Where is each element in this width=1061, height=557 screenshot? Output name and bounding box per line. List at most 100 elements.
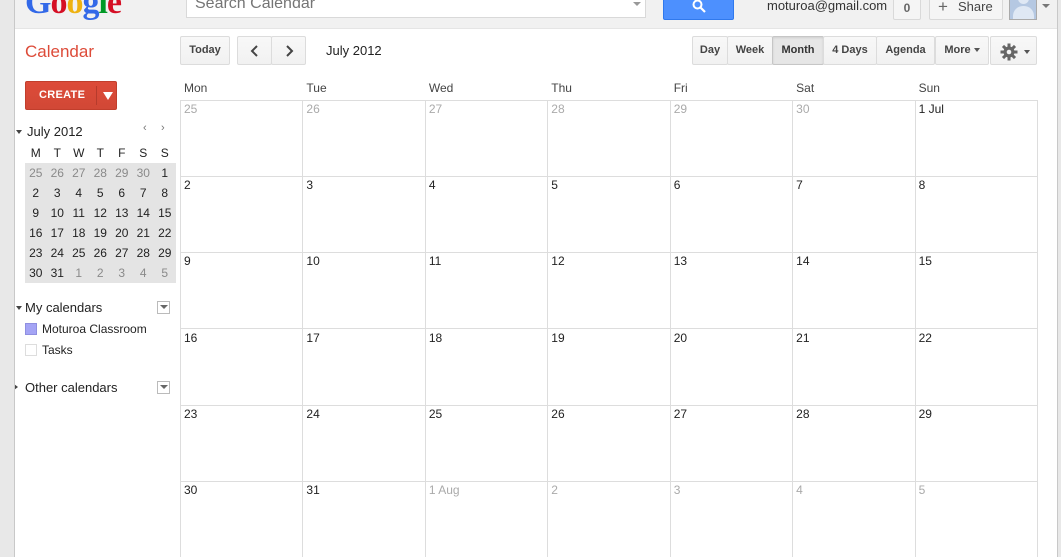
day-cell[interactable]: 21: [792, 328, 916, 406]
day-number[interactable]: 3: [674, 483, 681, 497]
day-number[interactable]: 1 Aug: [429, 483, 460, 497]
day-cell[interactable]: 23: [180, 404, 304, 482]
mini-calendar-day[interactable]: 14: [133, 203, 155, 223]
day-cell[interactable]: 25: [180, 100, 304, 178]
day-cell[interactable]: 28: [547, 100, 671, 178]
mini-calendar-day[interactable]: 5: [154, 263, 176, 283]
mini-calendar-day[interactable]: 9: [25, 203, 47, 223]
day-number[interactable]: 4: [429, 178, 436, 192]
mini-calendar-day[interactable]: 6: [111, 183, 133, 203]
day-number[interactable]: 2: [551, 483, 558, 497]
mini-calendar-day[interactable]: 28: [90, 163, 112, 183]
day-number[interactable]: 13: [674, 254, 687, 268]
mini-calendar-day[interactable]: 4: [133, 263, 155, 283]
day-cell[interactable]: 12: [547, 252, 671, 330]
day-number[interactable]: 28: [796, 407, 809, 421]
other-calendars-expand-icon[interactable]: [15, 384, 18, 390]
view-week-button[interactable]: Week: [727, 36, 773, 65]
day-number[interactable]: 7: [796, 178, 803, 192]
day-number[interactable]: 19: [551, 331, 564, 345]
my-calendars-collapse-icon[interactable]: [16, 306, 22, 310]
mini-calendar-day[interactable]: 26: [47, 163, 69, 183]
day-cell[interactable]: 22: [914, 328, 1038, 406]
more-button[interactable]: More: [935, 36, 989, 65]
day-number[interactable]: 5: [919, 483, 926, 497]
day-number[interactable]: 25: [184, 102, 197, 116]
calendar-color-swatch[interactable]: [25, 344, 37, 356]
mini-calendar-day[interactable]: 22: [154, 223, 176, 243]
mini-calendar-day[interactable]: 5: [90, 183, 112, 203]
day-number[interactable]: 26: [551, 407, 564, 421]
day-number[interactable]: 26: [306, 102, 319, 116]
day-number[interactable]: 5: [551, 178, 558, 192]
day-cell[interactable]: 15: [914, 252, 1038, 330]
mini-calendar-day[interactable]: 31: [47, 263, 69, 283]
day-number[interactable]: 27: [429, 102, 442, 116]
day-cell[interactable]: 27: [424, 100, 549, 178]
day-cell[interactable]: 13: [669, 252, 794, 330]
day-cell[interactable]: 5: [547, 176, 671, 254]
day-cell[interactable]: 4: [792, 480, 916, 557]
day-number[interactable]: 27: [674, 407, 687, 421]
user-email[interactable]: moturoa@gmail.com: [767, 0, 887, 13]
mini-calendar-day[interactable]: 28: [133, 243, 155, 263]
day-number[interactable]: 24: [306, 407, 319, 421]
day-number[interactable]: 28: [551, 102, 564, 116]
day-number[interactable]: 10: [306, 254, 319, 268]
mini-calendar-day[interactable]: 1: [68, 263, 90, 283]
mini-calendar-day[interactable]: 30: [25, 263, 47, 283]
day-number[interactable]: 31: [306, 483, 319, 497]
mini-calendar-day[interactable]: 4: [68, 183, 90, 203]
mini-calendar-day[interactable]: 12: [90, 203, 112, 223]
mini-calendar-day[interactable]: 27: [111, 243, 133, 263]
day-cell[interactable]: 18: [424, 328, 549, 406]
mini-calendar-day[interactable]: 2: [25, 183, 47, 203]
other-calendars-title[interactable]: Other calendars: [25, 380, 118, 395]
day-cell[interactable]: 19: [547, 328, 671, 406]
mini-calendar-day[interactable]: 20: [111, 223, 133, 243]
account-caret-icon[interactable]: [1042, 4, 1050, 8]
day-cell[interactable]: 5: [914, 480, 1038, 557]
view-month-button[interactable]: Month: [772, 36, 824, 65]
day-number[interactable]: 17: [306, 331, 319, 345]
day-number[interactable]: 8: [919, 178, 926, 192]
day-cell[interactable]: 26: [302, 100, 426, 178]
day-cell[interactable]: 8: [914, 176, 1038, 254]
settings-button[interactable]: [990, 36, 1037, 65]
search-options-caret-icon[interactable]: [633, 2, 641, 6]
mini-calendar-day[interactable]: 30: [133, 163, 155, 183]
calendar-item-tasks[interactable]: Tasks: [42, 343, 73, 357]
mini-calendar-prev-icon[interactable]: ‹: [143, 122, 147, 134]
day-cell[interactable]: 31: [302, 480, 426, 557]
day-cell[interactable]: 28: [792, 404, 916, 482]
mini-calendar-day[interactable]: 27: [68, 163, 90, 183]
mini-calendar-day[interactable]: 25: [68, 243, 90, 263]
mini-calendar-day[interactable]: 26: [90, 243, 112, 263]
day-number[interactable]: 2: [184, 178, 191, 192]
today-button[interactable]: Today: [180, 36, 230, 65]
mini-calendar-day[interactable]: 25: [25, 163, 47, 183]
mini-calendar-day[interactable]: 15: [154, 203, 176, 223]
avatar[interactable]: [1009, 0, 1037, 20]
view-agenda-button[interactable]: Agenda: [876, 36, 935, 65]
day-cell[interactable]: 1 Aug: [424, 480, 549, 557]
day-cell[interactable]: 30: [180, 480, 304, 557]
mini-calendar-day[interactable]: 29: [154, 243, 176, 263]
day-number[interactable]: 30: [796, 102, 809, 116]
day-cell[interactable]: 1 Jul: [914, 100, 1038, 178]
day-number[interactable]: 29: [919, 407, 932, 421]
mini-calendar-day[interactable]: 13: [111, 203, 133, 223]
search-button[interactable]: [663, 0, 734, 20]
calendar-item-moturoa-classroom[interactable]: Moturoa Classroom: [42, 322, 147, 336]
day-cell[interactable]: 25: [424, 404, 549, 482]
day-cell[interactable]: 14: [792, 252, 916, 330]
day-number[interactable]: 1 Jul: [919, 102, 944, 116]
mini-calendar-day[interactable]: 2: [90, 263, 112, 283]
mini-calendar-day[interactable]: 24: [47, 243, 69, 263]
day-number[interactable]: 23: [184, 407, 197, 421]
day-number[interactable]: 9: [184, 254, 191, 268]
day-cell[interactable]: 3: [669, 480, 794, 557]
day-cell[interactable]: 30: [792, 100, 916, 178]
day-cell[interactable]: 29: [669, 100, 794, 178]
mini-calendar-day[interactable]: 29: [111, 163, 133, 183]
